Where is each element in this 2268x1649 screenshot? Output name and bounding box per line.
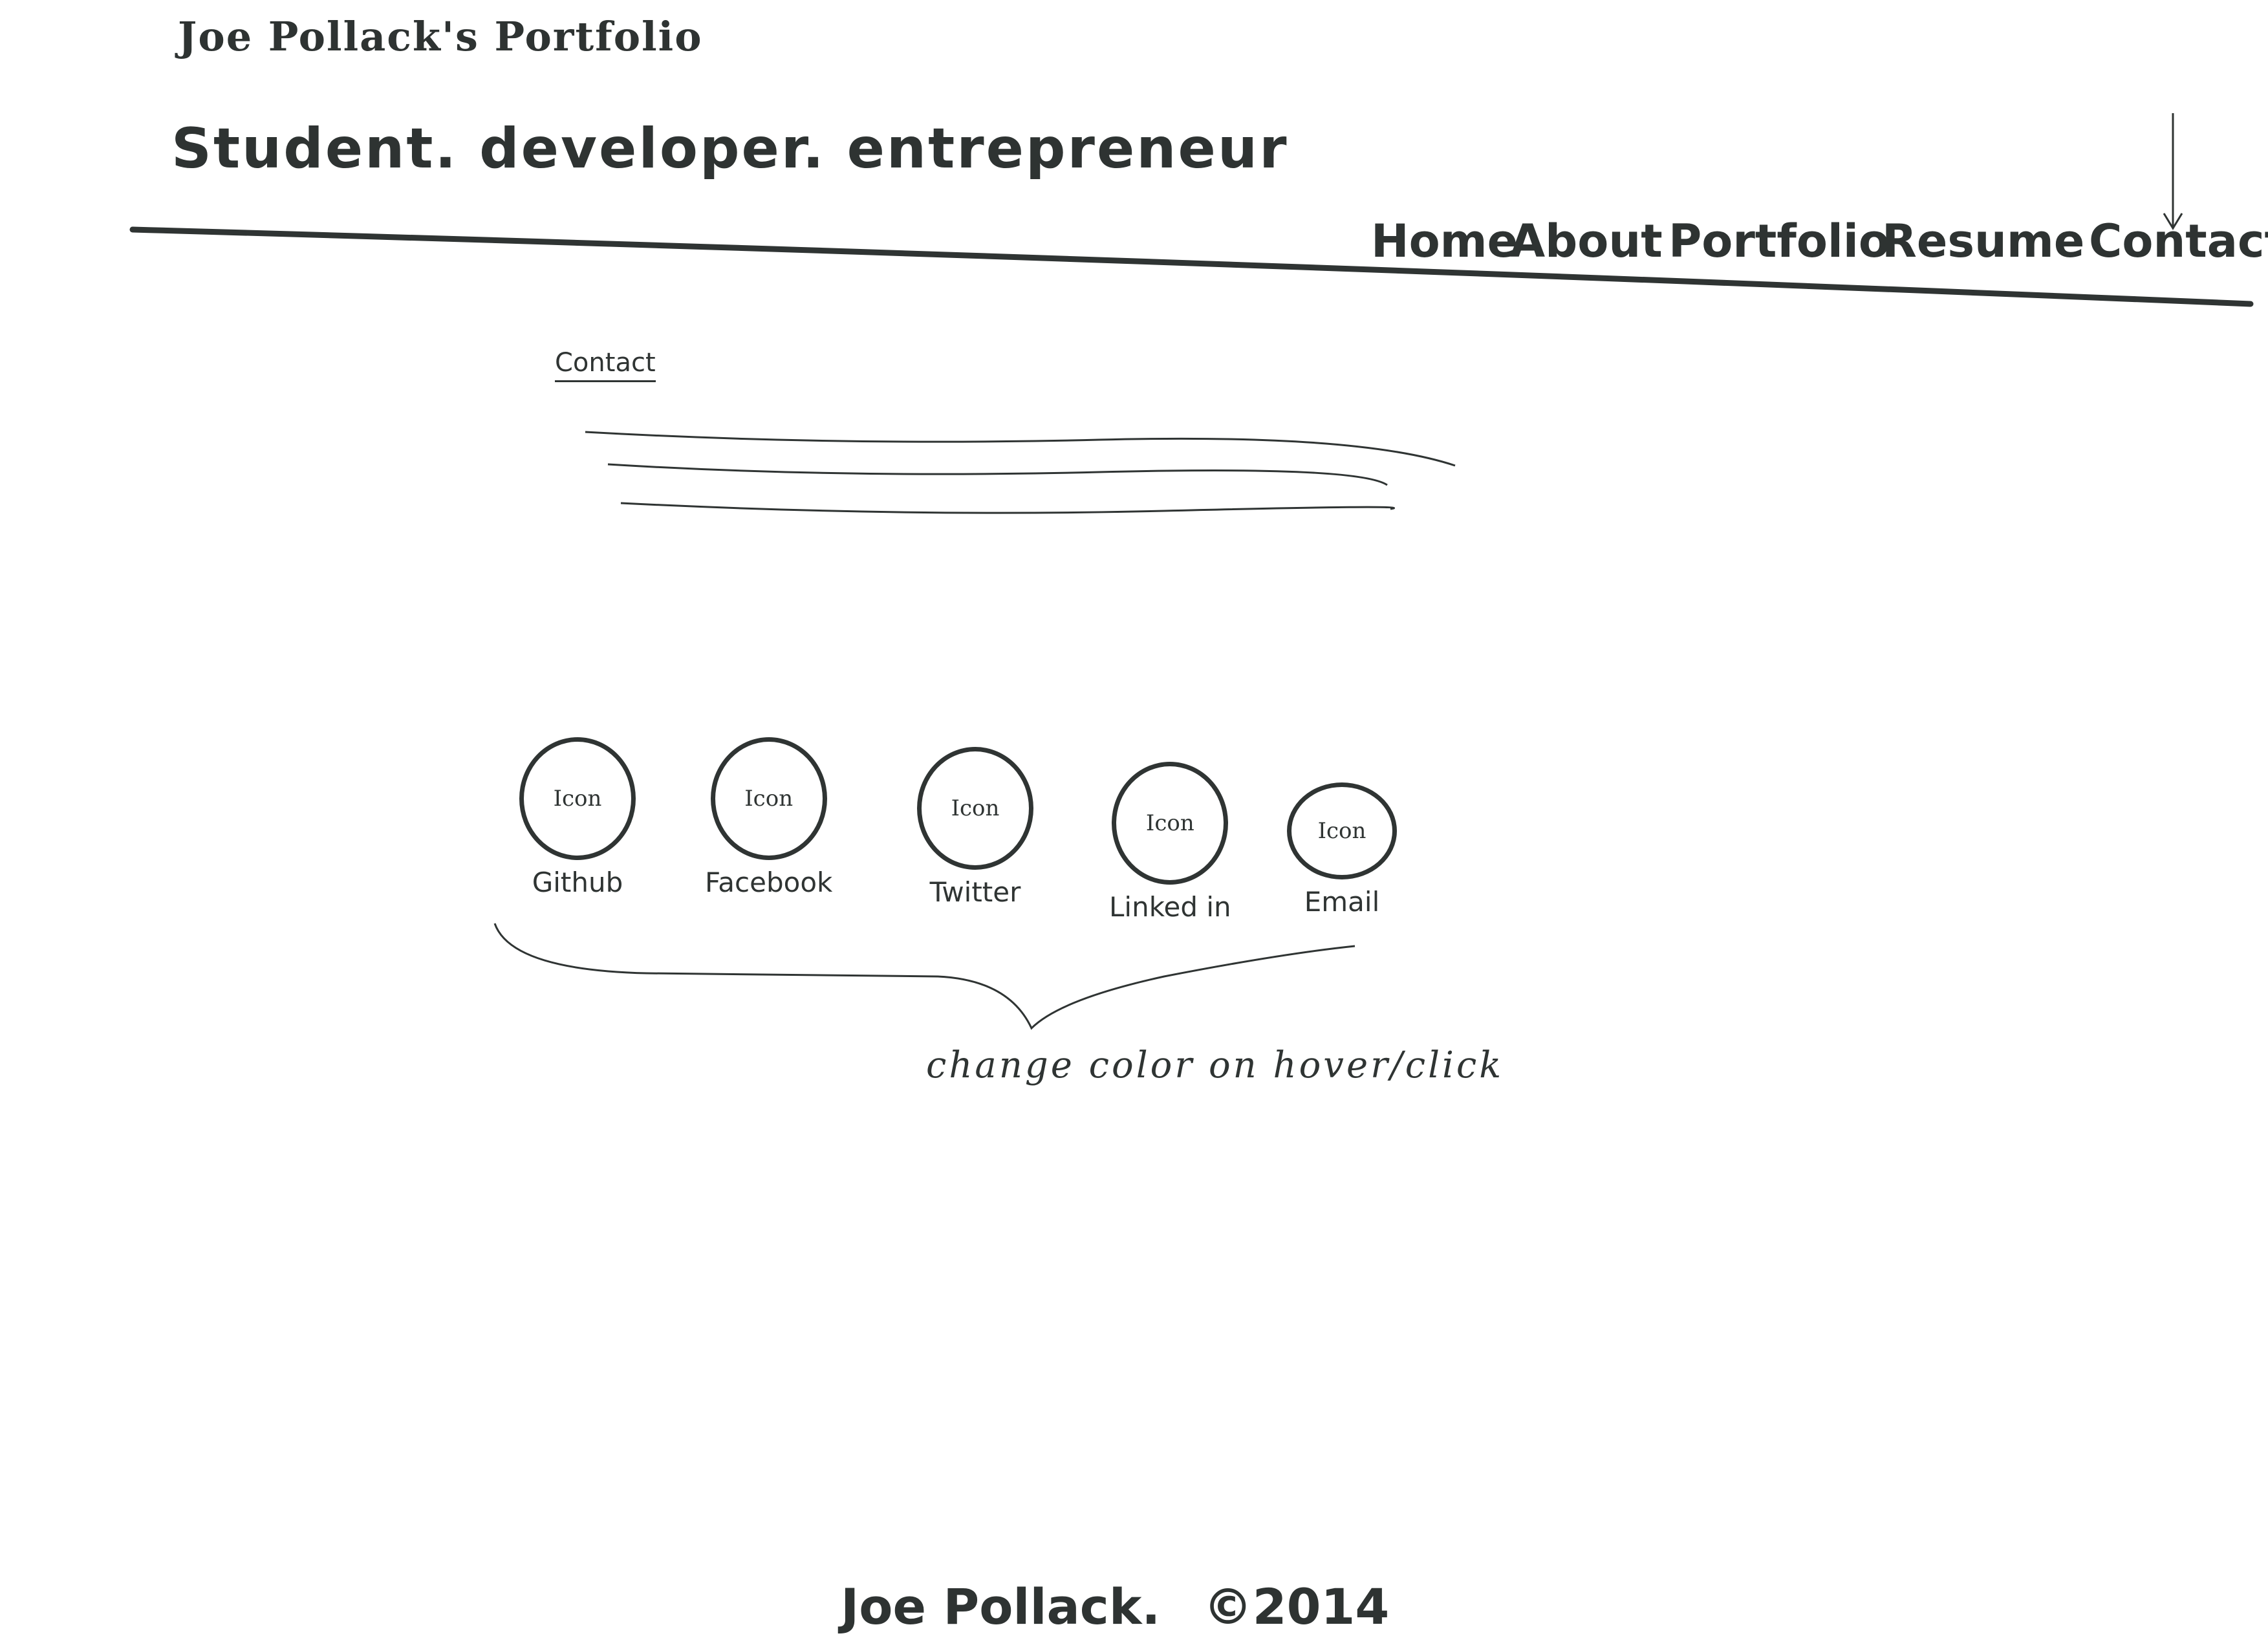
footer-copyright: ©2014	[1203, 1578, 1390, 1635]
footer-name: Joe Pollack.	[841, 1578, 1161, 1635]
icons-group-brace	[493, 923, 1355, 1030]
footer: Joe Pollack. ©2014	[841, 1578, 1389, 1635]
hover-annotation: change color on hover/click	[926, 1044, 1504, 1086]
